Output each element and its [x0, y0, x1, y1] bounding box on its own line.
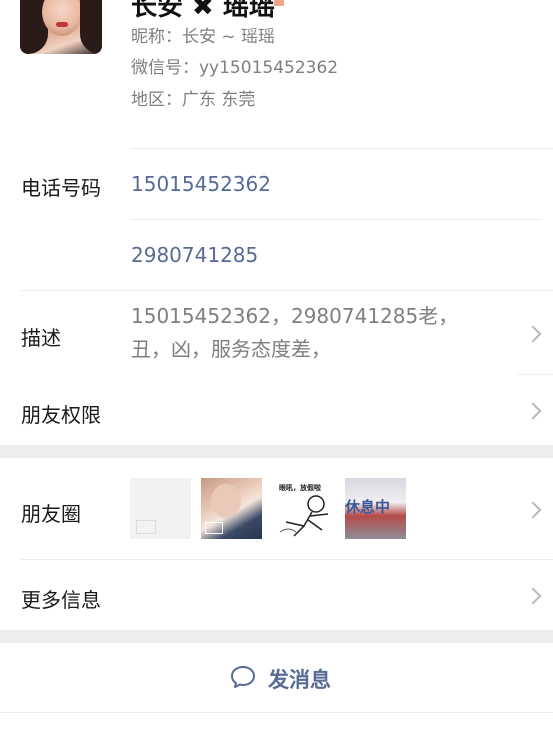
- thumbnail-caption: 休息中: [345, 498, 391, 516]
- thumbnail-image-icon: [205, 522, 223, 534]
- more-info-row[interactable]: 更多信息: [0, 560, 553, 630]
- section-gap: [0, 630, 553, 643]
- description-text: 15015452362，2980741285老，丑，凶，服务态度差，: [131, 304, 459, 361]
- permissions-row[interactable]: 朋友权限: [0, 375, 553, 445]
- more-info-label: 更多信息: [21, 588, 101, 612]
- moments-label: 朋友圈: [21, 502, 81, 526]
- phone-number-1[interactable]: 15015452362: [131, 172, 271, 196]
- phone-number-2[interactable]: 2980741285: [131, 243, 258, 267]
- send-message-label: 发消息: [268, 668, 331, 692]
- divider: [131, 148, 553, 149]
- chevron-right-icon: [524, 325, 542, 343]
- description-label: 描述: [21, 326, 61, 350]
- section-gap: [0, 445, 553, 458]
- thumbnail-image-icon: [136, 520, 156, 534]
- moments-thumbnail[interactable]: [201, 478, 262, 539]
- avatar-lips: [56, 22, 68, 27]
- chevron-right-icon: [524, 402, 542, 420]
- avatar-face: [42, 0, 82, 36]
- nickname-text: 昵称：长安 ~ 瑶瑶: [131, 27, 276, 47]
- avatar-hair-right: [80, 0, 102, 54]
- divider: [131, 219, 541, 220]
- region-text: 地区：广东 东莞: [131, 90, 256, 110]
- thumbnail-face: [211, 484, 241, 518]
- wechat-id-text: 微信号：yy15015452362: [131, 58, 339, 78]
- profile-header: 长安 ✖ 瑶瑶 昵称：长安 ~ 瑶瑶 微信号：yy15015452362 地区：…: [0, 0, 553, 148]
- divider: [0, 712, 553, 713]
- moments-thumbnail[interactable]: 休息中: [345, 478, 406, 539]
- chevron-right-icon: [524, 587, 542, 605]
- chevron-right-icon: [524, 501, 542, 519]
- avatar[interactable]: [20, 0, 102, 54]
- gender-badge-icon: [274, 0, 284, 6]
- moments-thumbnail[interactable]: [130, 478, 191, 539]
- meme-figure-icon: [279, 495, 329, 537]
- display-name: 长安 ✖ 瑶瑶: [131, 0, 275, 22]
- permissions-label: 朋友权限: [21, 403, 101, 427]
- chat-bubble-icon: [231, 666, 255, 688]
- moments-thumbnail[interactable]: 眼吼，放假啦: [274, 478, 335, 539]
- phone-label: 电话号码: [21, 176, 101, 200]
